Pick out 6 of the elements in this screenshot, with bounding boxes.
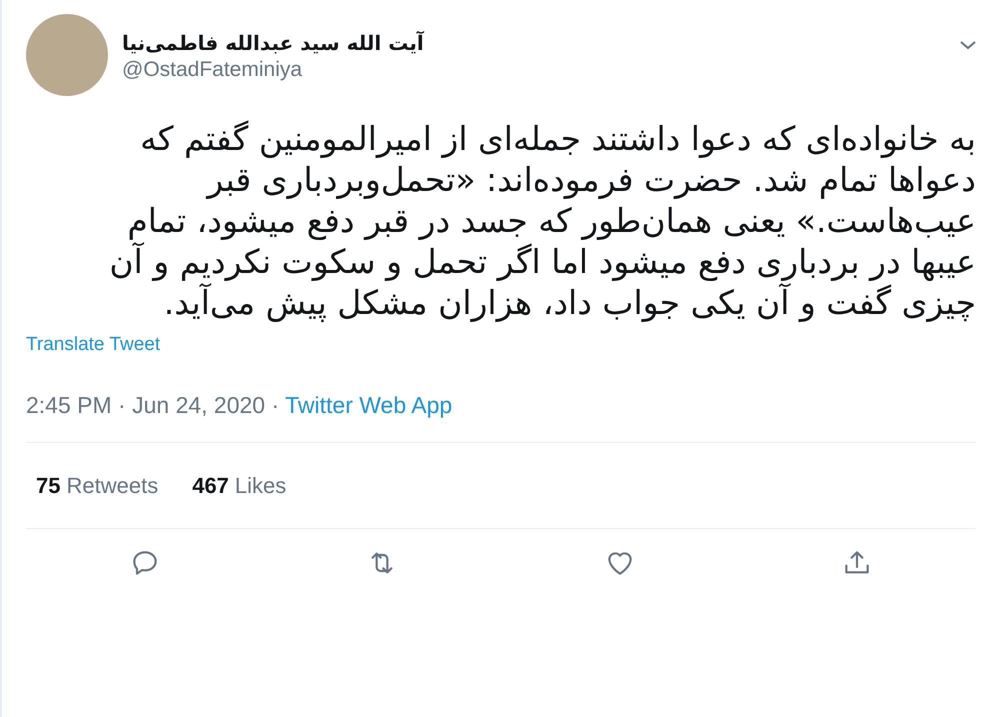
author-name[interactable]: آیت الله سید عبدالله فاطمی‌نیا xyxy=(122,30,424,56)
tweet-timestamp: 2:45 PM · Jun 24, 2020 · xyxy=(26,392,280,418)
stat-link[interactable]: 467 Likes xyxy=(192,469,286,502)
tweet-text: به خانواده‌ای که دعوا داشتند جمله‌ای از امیرالمومنین گفتم که دعواها تمام شد. حضرت فرموده‌اند: «تحمل‌وبردباری قبر عیب‌هاست.» یعنی همان‌طور که جسد در قبر دفع میشود، تمام عیبها در بردباری دفع میشود اما اگر تحمل و سکوت نکردیم و آن چیزی گفت و آن یکی جواب داد، هزاران مشکل پیش می‌آید. xyxy=(108,118,977,323)
author-handle[interactable]: @OstadFateminiya xyxy=(122,56,424,84)
stat-link[interactable]: 75 Retweets xyxy=(36,469,158,502)
